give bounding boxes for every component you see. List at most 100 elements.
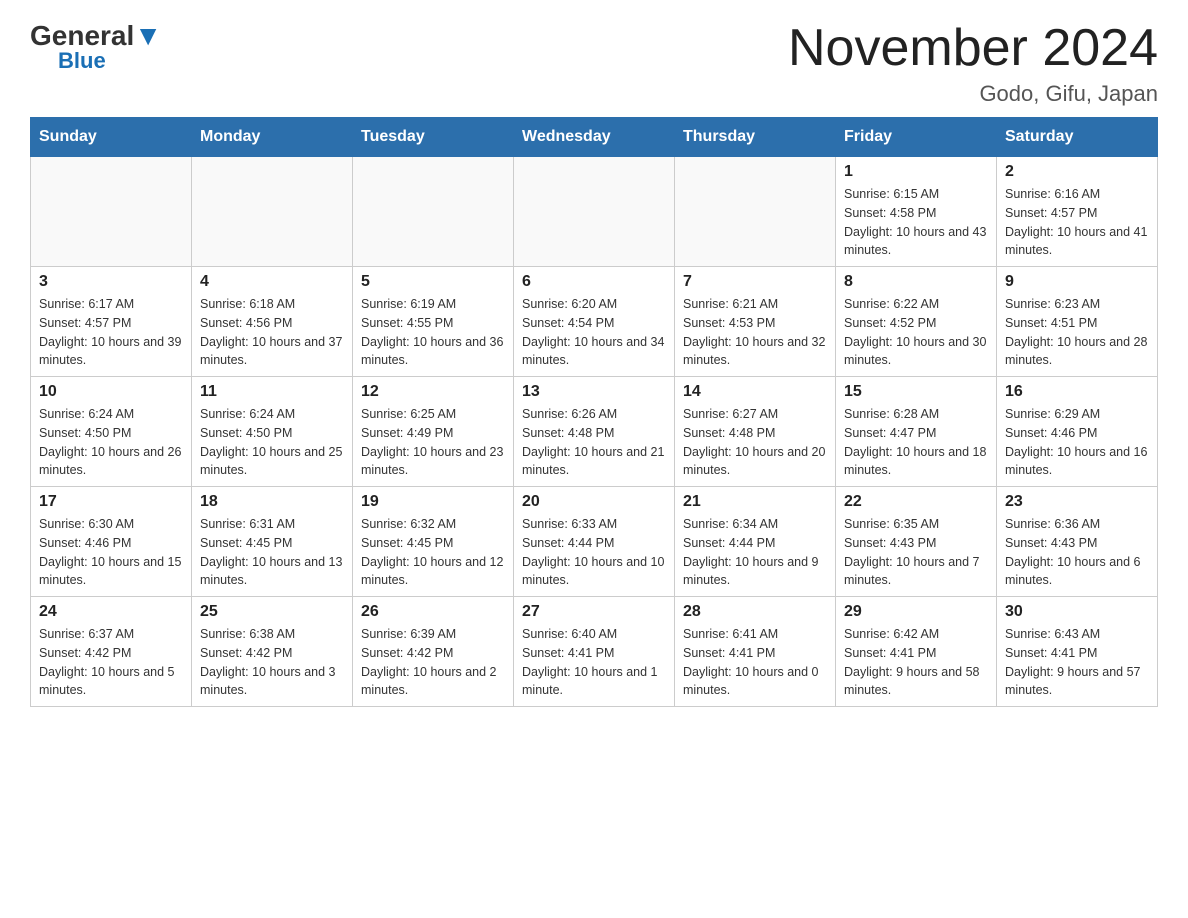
calendar-cell: 15 Sunrise: 6:28 AMSunset: 4:47 PMDayligh… bbox=[836, 377, 997, 487]
month-title: November 2024 bbox=[788, 20, 1158, 77]
logo-blue-text: Blue bbox=[58, 48, 106, 74]
day-info: Sunrise: 6:36 AMSunset: 4:43 PMDaylight:… bbox=[1005, 515, 1149, 590]
logo-general-text: General▼ bbox=[30, 20, 162, 51]
calendar-cell: 8 Sunrise: 6:22 AMSunset: 4:52 PMDaylight… bbox=[836, 267, 997, 377]
location: Godo, Gifu, Japan bbox=[788, 81, 1158, 107]
day-number: 13 bbox=[522, 383, 666, 401]
day-info: Sunrise: 6:33 AMSunset: 4:44 PMDaylight:… bbox=[522, 515, 666, 590]
day-number: 12 bbox=[361, 383, 505, 401]
calendar-cell: 30 Sunrise: 6:43 AMSunset: 4:41 PMDayligh… bbox=[997, 597, 1158, 707]
day-number: 17 bbox=[39, 493, 183, 511]
calendar-cell bbox=[31, 157, 192, 267]
calendar-cell: 6Sunrise: 6:20 AMSunset: 4:54 PMDaylight… bbox=[514, 267, 675, 377]
calendar-cell: 7Sunrise: 6:21 AMSunset: 4:53 PMDaylight… bbox=[675, 267, 836, 377]
calendar-cell: 19Sunrise: 6:32 AMSunset: 4:45 PMDayligh… bbox=[353, 487, 514, 597]
calendar-weekday-saturday: Saturday bbox=[997, 118, 1158, 157]
day-number: 14 bbox=[683, 383, 827, 401]
day-number: 1 bbox=[844, 163, 988, 181]
calendar-cell: 23 Sunrise: 6:36 AMSunset: 4:43 PMDayligh… bbox=[997, 487, 1158, 597]
day-info: Sunrise: 6:15 AMSunset: 4:58 PMDaylight:… bbox=[844, 185, 988, 260]
calendar-cell: 21 Sunrise: 6:34 AMSunset: 4:44 PMDayligh… bbox=[675, 487, 836, 597]
calendar-cell: 22Sunrise: 6:35 AMSunset: 4:43 PMDayligh… bbox=[836, 487, 997, 597]
calendar-cell bbox=[192, 157, 353, 267]
day-number: 29 bbox=[844, 603, 988, 621]
calendar-cell: 9Sunrise: 6:23 AMSunset: 4:51 PMDaylight… bbox=[997, 267, 1158, 377]
calendar-cell: 29Sunrise: 6:42 AMSunset: 4:41 PMDayligh… bbox=[836, 597, 997, 707]
calendar-weekday-friday: Friday bbox=[836, 118, 997, 157]
day-info: Sunrise: 6:41 AMSunset: 4:41 PMDaylight:… bbox=[683, 625, 827, 700]
day-info: Sunrise: 6:23 AMSunset: 4:51 PMDaylight:… bbox=[1005, 295, 1149, 370]
day-number: 21 bbox=[683, 493, 827, 511]
day-info: Sunrise: 6:20 AMSunset: 4:54 PMDaylight:… bbox=[522, 295, 666, 370]
day-number: 2 bbox=[1005, 163, 1149, 181]
calendar-weekday-tuesday: Tuesday bbox=[353, 118, 514, 157]
calendar-cell: 11 Sunrise: 6:24 AMSunset: 4:50 PMDayligh… bbox=[192, 377, 353, 487]
calendar-cell: 25 Sunrise: 6:38 AMSunset: 4:42 PMDayligh… bbox=[192, 597, 353, 707]
calendar-weekday-wednesday: Wednesday bbox=[514, 118, 675, 157]
day-info: Sunrise: 6:24 AMSunset: 4:50 PMDaylight:… bbox=[39, 405, 183, 480]
calendar-cell: 20 Sunrise: 6:33 AMSunset: 4:44 PMDayligh… bbox=[514, 487, 675, 597]
day-info: Sunrise: 6:26 AMSunset: 4:48 PMDaylight:… bbox=[522, 405, 666, 480]
day-number: 18 bbox=[200, 493, 344, 511]
calendar-cell: 12 Sunrise: 6:25 AMSunset: 4:49 PMDayligh… bbox=[353, 377, 514, 487]
day-info: Sunrise: 6:24 AMSunset: 4:50 PMDaylight:… bbox=[200, 405, 344, 480]
day-info: Sunrise: 6:17 AMSunset: 4:57 PMDaylight:… bbox=[39, 295, 183, 370]
day-number: 26 bbox=[361, 603, 505, 621]
day-info: Sunrise: 6:38 AMSunset: 4:42 PMDaylight:… bbox=[200, 625, 344, 700]
calendar-cell: 17Sunrise: 6:30 AMSunset: 4:46 PMDayligh… bbox=[31, 487, 192, 597]
day-info: Sunrise: 6:39 AMSunset: 4:42 PMDaylight:… bbox=[361, 625, 505, 700]
calendar-cell: 16Sunrise: 6:29 AMSunset: 4:46 PMDayligh… bbox=[997, 377, 1158, 487]
day-info: Sunrise: 6:22 AMSunset: 4:52 PMDaylight:… bbox=[844, 295, 988, 370]
calendar-cell: 13 Sunrise: 6:26 AMSunset: 4:48 PMDayligh… bbox=[514, 377, 675, 487]
day-number: 20 bbox=[522, 493, 666, 511]
day-number: 25 bbox=[200, 603, 344, 621]
calendar-cell: 27 Sunrise: 6:40 AMSunset: 4:41 PMDayligh… bbox=[514, 597, 675, 707]
calendar-week-row-5: 24 Sunrise: 6:37 AMSunset: 4:42 PMDayligh… bbox=[31, 597, 1158, 707]
title-block: November 2024 Godo, Gifu, Japan bbox=[788, 20, 1158, 107]
day-info: Sunrise: 6:32 AMSunset: 4:45 PMDaylight:… bbox=[361, 515, 505, 590]
calendar-cell: 26 Sunrise: 6:39 AMSunset: 4:42 PMDayligh… bbox=[353, 597, 514, 707]
logo-triangle-icon: ▼ bbox=[134, 20, 162, 51]
calendar-cell: 24 Sunrise: 6:37 AMSunset: 4:42 PMDayligh… bbox=[31, 597, 192, 707]
day-number: 7 bbox=[683, 273, 827, 291]
day-info: Sunrise: 6:16 AMSunset: 4:57 PMDaylight:… bbox=[1005, 185, 1149, 260]
day-info: Sunrise: 6:18 AMSunset: 4:56 PMDaylight:… bbox=[200, 295, 344, 370]
calendar-cell: 5 Sunrise: 6:19 AMSunset: 4:55 PMDaylight… bbox=[353, 267, 514, 377]
calendar-cell: 14Sunrise: 6:27 AMSunset: 4:48 PMDayligh… bbox=[675, 377, 836, 487]
day-info: Sunrise: 6:19 AMSunset: 4:55 PMDaylight:… bbox=[361, 295, 505, 370]
calendar-cell: 18 Sunrise: 6:31 AMSunset: 4:45 PMDayligh… bbox=[192, 487, 353, 597]
day-number: 8 bbox=[844, 273, 988, 291]
day-number: 27 bbox=[522, 603, 666, 621]
calendar-table: SundayMondayTuesdayWednesdayThursdayFrid… bbox=[30, 117, 1158, 707]
page-header: General▼ Blue November 2024 Godo, Gifu, … bbox=[30, 20, 1158, 107]
calendar-weekday-thursday: Thursday bbox=[675, 118, 836, 157]
calendar-cell: 2 Sunrise: 6:16 AMSunset: 4:57 PMDaylight… bbox=[997, 157, 1158, 267]
day-info: Sunrise: 6:43 AMSunset: 4:41 PMDaylight:… bbox=[1005, 625, 1149, 700]
day-number: 5 bbox=[361, 273, 505, 291]
calendar-cell: 3 Sunrise: 6:17 AMSunset: 4:57 PMDaylight… bbox=[31, 267, 192, 377]
day-number: 23 bbox=[1005, 493, 1149, 511]
day-info: Sunrise: 6:40 AMSunset: 4:41 PMDaylight:… bbox=[522, 625, 666, 700]
calendar-weekday-monday: Monday bbox=[192, 118, 353, 157]
day-number: 3 bbox=[39, 273, 183, 291]
calendar-cell: 1 Sunrise: 6:15 AMSunset: 4:58 PMDaylight… bbox=[836, 157, 997, 267]
day-info: Sunrise: 6:31 AMSunset: 4:45 PMDaylight:… bbox=[200, 515, 344, 590]
day-number: 4 bbox=[200, 273, 344, 291]
day-number: 15 bbox=[844, 383, 988, 401]
day-info: Sunrise: 6:34 AMSunset: 4:44 PMDaylight:… bbox=[683, 515, 827, 590]
calendar-cell bbox=[675, 157, 836, 267]
day-number: 28 bbox=[683, 603, 827, 621]
calendar-cell: 10Sunrise: 6:24 AMSunset: 4:50 PMDayligh… bbox=[31, 377, 192, 487]
day-number: 22 bbox=[844, 493, 988, 511]
calendar-cell bbox=[514, 157, 675, 267]
day-info: Sunrise: 6:37 AMSunset: 4:42 PMDaylight:… bbox=[39, 625, 183, 700]
calendar-weekday-sunday: Sunday bbox=[31, 118, 192, 157]
calendar-week-row-4: 17Sunrise: 6:30 AMSunset: 4:46 PMDayligh… bbox=[31, 487, 1158, 597]
day-info: Sunrise: 6:25 AMSunset: 4:49 PMDaylight:… bbox=[361, 405, 505, 480]
calendar-week-row-1: 1 Sunrise: 6:15 AMSunset: 4:58 PMDaylight… bbox=[31, 157, 1158, 267]
day-number: 11 bbox=[200, 383, 344, 401]
calendar-week-row-2: 3 Sunrise: 6:17 AMSunset: 4:57 PMDaylight… bbox=[31, 267, 1158, 377]
day-number: 24 bbox=[39, 603, 183, 621]
day-number: 30 bbox=[1005, 603, 1149, 621]
day-info: Sunrise: 6:28 AMSunset: 4:47 PMDaylight:… bbox=[844, 405, 988, 480]
